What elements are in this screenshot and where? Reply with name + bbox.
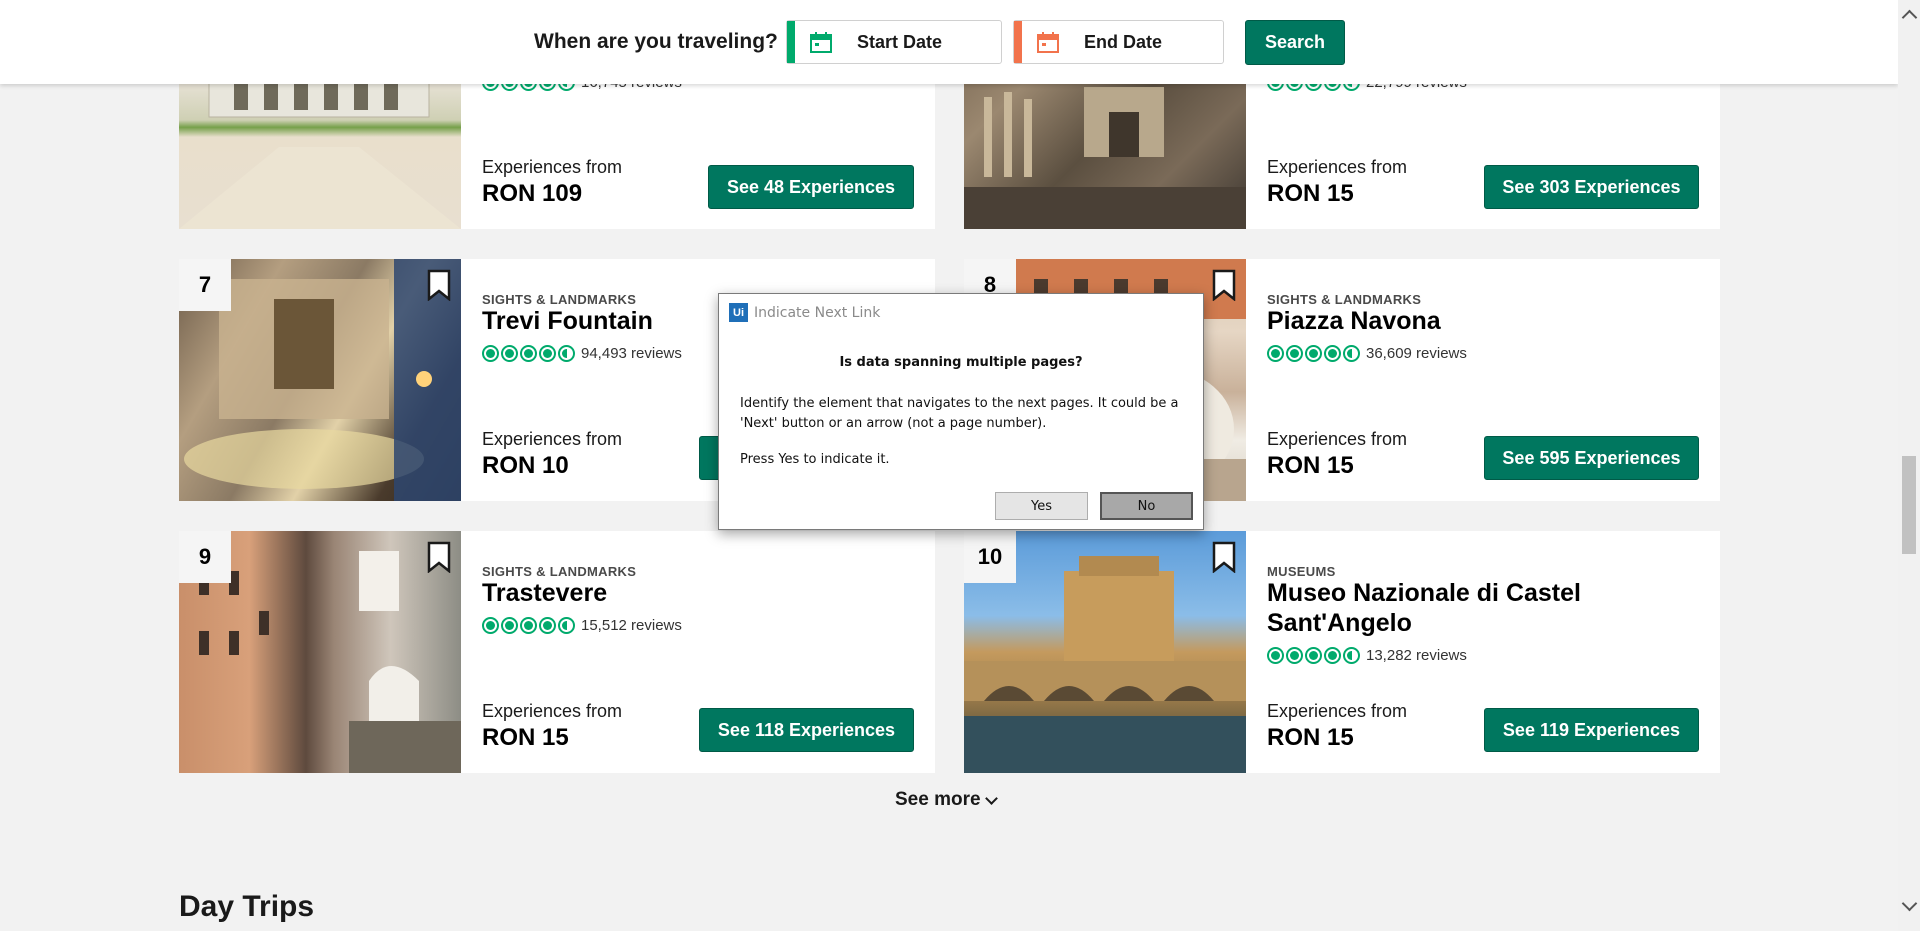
calendar-icon <box>809 31 833 53</box>
scroll-up-icon[interactable] <box>1901 9 1918 26</box>
rating-bubble <box>1286 345 1303 362</box>
experiences-from-label: Experiences from <box>482 157 623 177</box>
category-label: MUSEUMS <box>1267 564 1336 579</box>
attraction-card-trastevere: 9 SIGHTS & LANDMARKS Trastevere 15,512 r… <box>179 531 935 773</box>
review-count[interactable]: 15,512 reviews <box>581 617 682 634</box>
price: RON 15 <box>482 724 569 751</box>
attraction-name[interactable]: Trastevere <box>482 578 922 608</box>
attraction-photo[interactable]: 7 <box>179 259 461 501</box>
rating-bubble <box>1267 647 1284 664</box>
start-date-accent <box>787 21 795 63</box>
rating-bubble <box>1305 647 1322 664</box>
rating-bubble <box>539 617 556 634</box>
bookmark-icon[interactable] <box>1212 269 1236 302</box>
rating-bubble <box>539 345 556 362</box>
attraction-photo[interactable]: 9 <box>179 531 461 773</box>
rating-bubble <box>1267 345 1284 362</box>
rank-badge: 7 <box>179 259 231 311</box>
rating-bubbles: 36,609 reviews <box>1267 345 1467 362</box>
dialog-title: Indicate Next Link <box>754 304 881 321</box>
bookmark-icon[interactable] <box>427 541 451 574</box>
see-experiences-button[interactable]: See 119 Experiences <box>1484 708 1699 752</box>
category-label: SIGHTS & LANDMARKS <box>1267 292 1422 307</box>
yes-button[interactable]: Yes <box>995 492 1088 520</box>
uipath-logo-icon: Ui <box>729 303 748 322</box>
price: RON 109 <box>482 180 583 207</box>
rating-bubble <box>520 345 537 362</box>
bookmark-icon[interactable] <box>1212 541 1236 574</box>
rating-bubble <box>1324 345 1341 362</box>
start-date-field[interactable]: Start Date <box>786 20 1002 64</box>
rating-bubbles: 15,512 reviews <box>482 617 682 634</box>
see-more-button[interactable]: See more <box>895 789 998 811</box>
scroll-down-icon[interactable] <box>1901 895 1918 912</box>
price: RON 10 <box>482 452 569 479</box>
see-experiences-button[interactable]: See 595 Experiences <box>1484 436 1699 480</box>
experiences-from-label: Experiences from <box>1267 701 1408 721</box>
rating-bubble <box>501 617 518 634</box>
rating-bubble-half <box>1343 647 1360 664</box>
attraction-photo[interactable]: 10 <box>964 531 1246 773</box>
category-label: SIGHTS & LANDMARKS <box>482 564 637 579</box>
scrollbar-thumb[interactable] <box>1902 456 1916 554</box>
dialog-question: Is data spanning multiple pages? <box>839 355 1083 370</box>
rating-bubble <box>520 617 537 634</box>
rank-badge: 9 <box>179 531 231 583</box>
see-experiences-button[interactable]: See 118 Experiences <box>699 708 914 752</box>
rating-bubble <box>501 345 518 362</box>
rating-bubble <box>1305 345 1322 362</box>
date-search-bar: When are you traveling? Start Date End D… <box>0 0 1898 84</box>
end-date-accent <box>1014 21 1022 63</box>
day-trips-heading: Day Trips <box>179 890 315 923</box>
review-count[interactable]: 94,493 reviews <box>581 345 682 362</box>
rating-bubble-half <box>1343 345 1360 362</box>
experiences-from-label: Experiences from <box>1267 429 1408 449</box>
end-date-field[interactable]: End Date <box>1013 20 1224 64</box>
rating-bubble <box>1286 647 1303 664</box>
indicate-next-link-dialog: Ui Indicate Next Link Is data spanning m… <box>718 293 1204 530</box>
category-label: SIGHTS & LANDMARKS <box>482 292 637 307</box>
experiences-from-label: Experiences from <box>1267 157 1408 177</box>
see-experiences-button[interactable]: See 303 Experiences <box>1484 165 1699 209</box>
rating-bubble <box>482 617 499 634</box>
price: RON 15 <box>1267 452 1354 479</box>
attraction-name[interactable]: Piazza Navona <box>1267 306 1707 336</box>
dialog-body-text: Identify the element that navigates to t… <box>740 396 1179 431</box>
price: RON 15 <box>1267 724 1354 751</box>
review-count[interactable]: 36,609 reviews <box>1366 345 1467 362</box>
rating-bubbles: 94,493 reviews <box>482 345 682 362</box>
no-button[interactable]: No <box>1100 492 1193 520</box>
see-more-label: See more <box>895 789 981 810</box>
review-count[interactable]: 13,282 reviews <box>1366 647 1467 664</box>
rating-bubbles: 13,282 reviews <box>1267 647 1467 664</box>
dialog-instruction: Press Yes to indicate it. <box>740 452 890 467</box>
see-experiences-button[interactable]: See 48 Experiences <box>708 165 914 209</box>
calendar-icon <box>1036 31 1060 53</box>
attraction-card-castel: 10 MUSEUMS Museo Nazionale di Castel San… <box>964 531 1720 773</box>
rating-bubble-half <box>558 617 575 634</box>
chevron-down-icon <box>984 791 998 805</box>
start-date-label: Start Date <box>857 31 943 52</box>
rating-bubble <box>482 345 499 362</box>
experiences-from-label: Experiences from <box>482 701 623 721</box>
search-button[interactable]: Search <box>1245 20 1345 65</box>
rating-bubble-half <box>558 345 575 362</box>
attraction-name[interactable]: Museo Nazionale di Castel Sant'Angelo <box>1267 578 1707 638</box>
rating-bubble <box>1324 647 1341 664</box>
bookmark-icon[interactable] <box>427 269 451 302</box>
experiences-from-label: Experiences from <box>482 429 623 449</box>
price: RON 15 <box>1267 180 1354 207</box>
travel-question-label: When are you traveling? <box>534 30 778 53</box>
end-date-label: End Date <box>1084 31 1163 52</box>
page-scrollbar[interactable] <box>1898 0 1920 931</box>
dialog-title-bar: Ui Indicate Next Link <box>729 303 880 322</box>
rank-badge: 10 <box>964 531 1016 583</box>
